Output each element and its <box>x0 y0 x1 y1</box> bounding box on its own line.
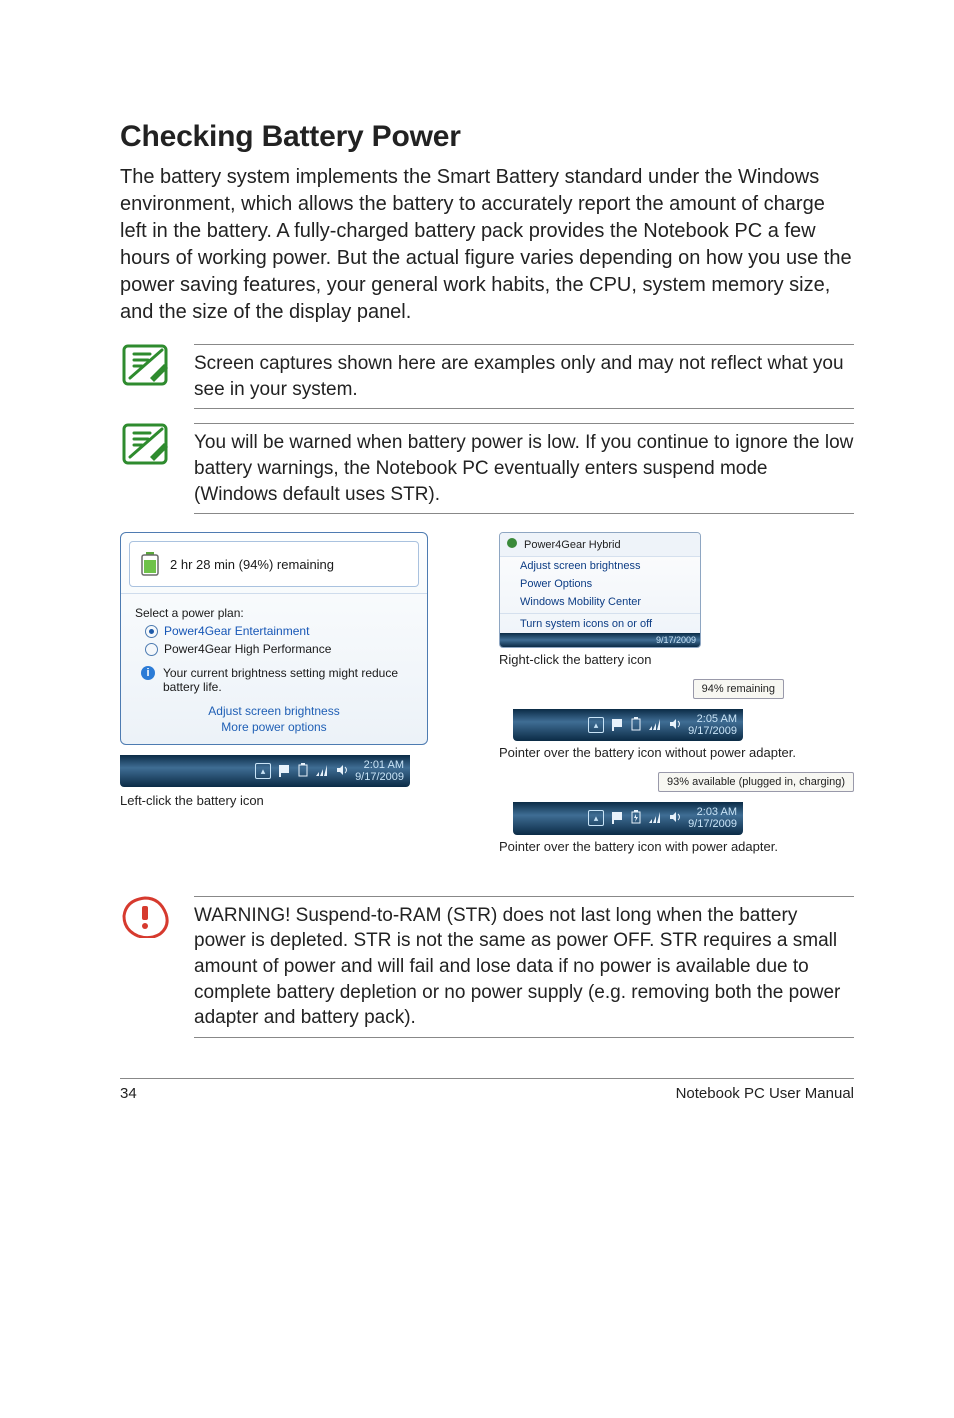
flag-icon[interactable] <box>277 763 291 780</box>
plan-a-label: Power4Gear Entertainment <box>164 624 309 638</box>
battery-tray-icon[interactable] <box>297 763 309 780</box>
battery-tooltip-charging: 93% available (plugged in, charging) <box>658 772 854 792</box>
network-tray-icon[interactable] <box>315 763 329 780</box>
battery-popup-left-click: 2 hr 28 min (94%) remaining Select a pow… <box>120 532 428 745</box>
volume-tray-icon[interactable] <box>668 717 682 734</box>
remaining-text: 2 hr 28 min (94%) remaining <box>170 557 334 572</box>
context-menu-header: Power4Gear Hybrid <box>500 533 700 557</box>
tray-time: 2:05 AM <box>688 713 737 725</box>
tray-time: 2:03 AM <box>688 806 737 818</box>
info-icon: i <box>141 666 155 680</box>
page-footer: 34 Notebook PC User Manual <box>120 1078 854 1102</box>
tray-overflow-icon[interactable]: ▴ <box>255 763 271 779</box>
more-power-options-link[interactable]: More power options <box>131 720 417 734</box>
brightness-info: i Your current brightness setting might … <box>141 666 417 694</box>
system-tray-left: ▴ 2:01 AM 9/17/2009 <box>120 755 410 787</box>
context-menu-title: Power4Gear Hybrid <box>524 539 621 551</box>
warning-text: WARNING! Suspend-to-RAM (STR) does not l… <box>194 896 854 1038</box>
ctx-adjust-brightness[interactable]: Adjust screen brightness <box>500 557 700 575</box>
power-plan-label: Select a power plan: <box>135 606 417 620</box>
tray-date: 9/17/2009 <box>688 725 737 737</box>
power-plan-option-high-perf[interactable]: Power4Gear High Performance <box>145 642 417 656</box>
tray-date: 9/17/2009 <box>656 635 696 645</box>
battery-context-menu: Power4Gear Hybrid Adjust screen brightne… <box>499 532 701 648</box>
tray-date: 9/17/2009 <box>688 818 737 830</box>
flag-icon[interactable] <box>610 717 624 734</box>
battery-tooltip-unplugged: 94% remaining <box>693 679 784 699</box>
section-heading: Checking Battery Power <box>120 120 854 154</box>
battery-charging-tray-icon[interactable] <box>630 810 642 827</box>
plan-b-label: Power4Gear High Performance <box>164 642 331 656</box>
tray-time: 2:01 AM <box>355 759 404 771</box>
page-number: 34 <box>120 1085 137 1102</box>
ctx-power-options[interactable]: Power Options <box>500 575 700 593</box>
left-caption: Left-click the battery icon <box>120 793 475 808</box>
tooltip1-caption: Pointer over the battery icon without po… <box>499 745 854 760</box>
flag-icon[interactable] <box>610 810 624 827</box>
note-icon <box>120 344 170 386</box>
ctx-mobility-center[interactable]: Windows Mobility Center <box>500 593 700 611</box>
p4g-icon <box>506 537 518 552</box>
brightness-tip-text: Your current brightness setting might re… <box>163 666 417 694</box>
radio-selected-icon <box>145 625 158 638</box>
network-tray-icon[interactable] <box>648 810 662 827</box>
tooltip2-caption: Pointer over the battery icon with power… <box>499 839 854 854</box>
intro-paragraph: The battery system implements the Smart … <box>120 164 854 326</box>
battery-icon <box>140 552 160 576</box>
network-tray-icon[interactable] <box>648 717 662 734</box>
tray-date: 9/17/2009 <box>355 771 404 783</box>
tray-overflow-icon[interactable]: ▴ <box>588 810 604 826</box>
battery-tray-icon[interactable] <box>630 717 642 734</box>
context-caption: Right-click the battery icon <box>499 652 854 667</box>
note-text-1: Screen captures shown here are examples … <box>194 344 854 409</box>
context-menu-tray-strip: 9/17/2009 <box>500 633 700 647</box>
volume-tray-icon[interactable] <box>668 810 682 827</box>
system-tray-tooltip1: ▴ 2:05 AM 9/17/2009 <box>513 709 743 741</box>
manual-title: Notebook PC User Manual <box>676 1085 854 1102</box>
ctx-turn-icons[interactable]: Turn system icons on or off <box>500 613 700 633</box>
warning-icon <box>120 896 170 938</box>
volume-tray-icon[interactable] <box>335 763 349 780</box>
warning-block: WARNING! Suspend-to-RAM (STR) does not l… <box>120 896 854 1038</box>
note-text-2: You will be warned when battery power is… <box>194 423 854 514</box>
note-block-2: You will be warned when battery power is… <box>120 423 854 514</box>
tray-overflow-icon[interactable]: ▴ <box>588 717 604 733</box>
adjust-brightness-link[interactable]: Adjust screen brightness <box>131 704 417 718</box>
remaining-box: 2 hr 28 min (94%) remaining <box>129 541 419 587</box>
radio-unselected-icon <box>145 643 158 656</box>
system-tray-tooltip2: ▴ 2:03 AM 9/17/2009 <box>513 802 743 834</box>
note-block-1: Screen captures shown here are examples … <box>120 344 854 409</box>
note-icon <box>120 423 170 465</box>
power-plan-option-entertainment[interactable]: Power4Gear Entertainment <box>145 624 417 638</box>
